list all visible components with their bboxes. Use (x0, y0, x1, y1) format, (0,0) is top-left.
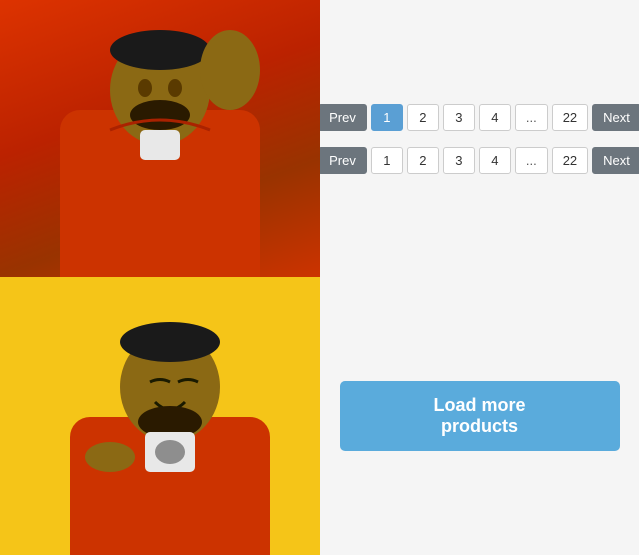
pagination-cell: Prev 1 2 3 4 ... 22 Next Prev 1 2 3 4 ..… (320, 0, 639, 277)
page-2-button-2[interactable]: 2 (407, 147, 439, 174)
page-3-button-2[interactable]: 3 (443, 147, 475, 174)
page-22-button-1[interactable]: 22 (552, 104, 588, 131)
drake-approval-image (0, 277, 320, 555)
drake-disapproval-cell (0, 0, 320, 277)
drake-top-svg (0, 0, 320, 277)
page-3-button-1[interactable]: 3 (443, 104, 475, 131)
next-button-1[interactable]: Next (592, 104, 639, 131)
page-1-button-1[interactable]: 1 (371, 104, 403, 131)
page-4-button-2[interactable]: 4 (479, 147, 511, 174)
drake-approval-cell (0, 277, 320, 555)
next-button-2[interactable]: Next (592, 147, 639, 174)
page-1-button-2[interactable]: 1 (371, 147, 403, 174)
ellipsis-button-2: ... (515, 147, 548, 174)
prev-button-1[interactable]: Prev (320, 104, 367, 131)
drake-bottom-svg (0, 277, 320, 555)
pagination-row-1: Prev 1 2 3 4 ... 22 Next (320, 104, 639, 131)
meme-grid: Prev 1 2 3 4 ... 22 Next Prev 1 2 3 4 ..… (0, 0, 639, 555)
ellipsis-button-1: ... (515, 104, 548, 131)
page-2-button-1[interactable]: 2 (407, 104, 439, 131)
page-4-button-1[interactable]: 4 (479, 104, 511, 131)
page-22-button-2[interactable]: 22 (552, 147, 588, 174)
load-more-cell: Load more products (320, 277, 639, 555)
load-more-button[interactable]: Load more products (340, 381, 620, 451)
pagination-row-2: Prev 1 2 3 4 ... 22 Next (320, 147, 639, 174)
drake-disapproval-image (0, 0, 320, 277)
prev-button-2[interactable]: Prev (320, 147, 367, 174)
